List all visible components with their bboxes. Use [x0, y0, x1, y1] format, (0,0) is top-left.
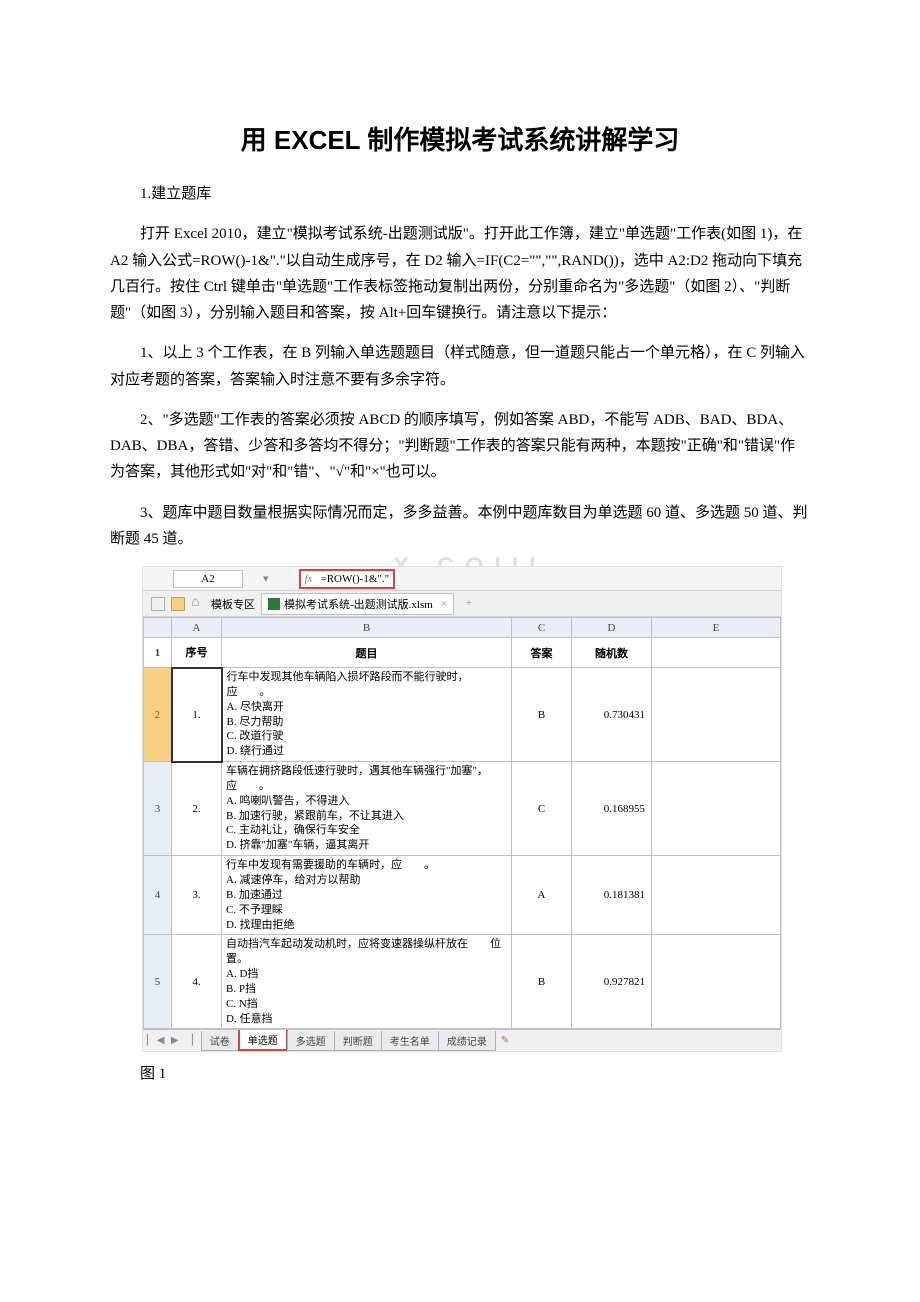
- page-title: 用 EXCEL 制作模拟考试系统讲解学习: [110, 120, 810, 157]
- workbook-tab[interactable]: 模拟考试系统-出题测试版.xlsm ×: [261, 593, 454, 615]
- row-1[interactable]: 1: [144, 638, 172, 668]
- col-D[interactable]: D: [572, 618, 652, 638]
- cell-D3[interactable]: 0.168955: [572, 762, 652, 856]
- cell-D5[interactable]: 0.927821: [572, 935, 652, 1029]
- cell-D4[interactable]: 0.181381: [572, 856, 652, 935]
- sheet-tab-list[interactable]: 考生名单: [381, 1031, 439, 1051]
- paragraph-4: 2、"多选题"工作表的答案必须按 ABCD 的顺序填写，例如答案 ABD，不能写…: [110, 407, 810, 486]
- sheet-tab-multi[interactable]: 多选题: [287, 1031, 335, 1051]
- formula-bar: A2 ▾ fx =ROW()-1&".": [143, 567, 781, 591]
- sheet-tab-score[interactable]: 成绩记录: [438, 1031, 496, 1051]
- cell-B4[interactable]: 行车中发现有需要援助的车辆时，应 。 A. 减速停车，给对方以帮助 B. 加速通…: [222, 856, 512, 935]
- cell-C2[interactable]: B: [512, 668, 572, 762]
- workbook-name: 模拟考试系统-出题测试版.xlsm: [284, 596, 433, 612]
- col-B[interactable]: B: [222, 618, 512, 638]
- cell-C4[interactable]: A: [512, 856, 572, 935]
- heading-1: 1.建立题库: [110, 181, 810, 207]
- cell-E4[interactable]: [652, 856, 781, 935]
- close-tab-icon[interactable]: ×: [441, 598, 447, 610]
- select-all-corner[interactable]: [144, 618, 172, 638]
- paragraph-3: 1、以上 3 个工作表，在 B 列输入单选题题目（样式随意，但一道题只能占一个单…: [110, 340, 810, 393]
- cell-B2[interactable]: 行车中发现其他车辆陷入损坏路段而不能行驶时，应 。 A. 尽快离开 B. 尽力帮…: [222, 668, 512, 762]
- cell-B5[interactable]: 自动挡汽车起动发动机时，应将变速器操纵杆放在 位置。 A. D挡 B. P挡 C…: [222, 935, 512, 1029]
- fx-icon[interactable]: fx: [305, 573, 313, 585]
- sheet-tab-paper[interactable]: 试卷: [201, 1031, 239, 1051]
- dropdown-icon[interactable]: ▾: [263, 572, 269, 585]
- sheet-tab-judge[interactable]: 判断题: [334, 1031, 382, 1051]
- figure-caption: 图 1: [140, 1062, 810, 1083]
- row-2[interactable]: 2: [144, 668, 172, 762]
- cell-A4[interactable]: 3.: [172, 856, 222, 935]
- cell-C5[interactable]: B: [512, 935, 572, 1029]
- header-C[interactable]: 答案: [512, 638, 572, 668]
- new-sheet-icon[interactable]: ✎: [501, 1035, 509, 1046]
- workbook-tab-bar: 模板专区 模拟考试系统-出题测试版.xlsm × +: [143, 591, 781, 617]
- cell-A2[interactable]: 1.: [172, 668, 222, 762]
- row-5[interactable]: 5: [144, 935, 172, 1029]
- col-A[interactable]: A: [172, 618, 222, 638]
- header-A[interactable]: 序号: [172, 638, 222, 668]
- row-4[interactable]: 4: [144, 856, 172, 935]
- cell-C3[interactable]: C: [512, 762, 572, 856]
- excel-file-icon: [268, 598, 280, 610]
- cell-B3[interactable]: 车辆在拥挤路段低速行驶时，遇其他车辆强行"加塞"，应 。 A. 鸣喇叭警告，不得…: [222, 762, 512, 856]
- sheet-nav-arrows[interactable]: ▏◀ ▶ ▕: [147, 1035, 195, 1046]
- paragraph-2: 打开 Excel 2010，建立"模拟考试系统-出题测试版"。打开此工作簿，建立…: [110, 221, 810, 326]
- cell-A5[interactable]: 4.: [172, 935, 222, 1029]
- paragraph-5: 3、题库中题目数量根据实际情况而定，多多益善。本例中题库数目为单选题 60 道、…: [110, 500, 810, 553]
- cell-D2[interactable]: 0.730431: [572, 668, 652, 762]
- add-tab-button[interactable]: +: [460, 595, 478, 613]
- formula-input-wrapper: fx =ROW()-1&".": [299, 569, 396, 589]
- template-zone-label[interactable]: 模板专区: [211, 596, 255, 612]
- sheet-tab-bar: ▏◀ ▶ ▕ 试卷 单选题 多选题 判断题 考生名单 成绩记录 ✎: [143, 1029, 781, 1051]
- cell-A3[interactable]: 2.: [172, 762, 222, 856]
- header-D[interactable]: 随机数: [572, 638, 652, 668]
- new-doc-icon[interactable]: [151, 597, 165, 611]
- formula-text[interactable]: =ROW()-1&".": [320, 573, 389, 585]
- spreadsheet-grid: A B C D E 1 序号 题目 答案 随机数 2 1. 行车中发现其他车辆陷…: [143, 617, 781, 1029]
- row-3[interactable]: 3: [144, 762, 172, 856]
- name-box[interactable]: A2: [173, 570, 243, 588]
- header-B[interactable]: 题目: [222, 638, 512, 668]
- cell-E5[interactable]: [652, 935, 781, 1029]
- home-icon[interactable]: [191, 597, 205, 611]
- header-E[interactable]: [652, 638, 781, 668]
- cell-E3[interactable]: [652, 762, 781, 856]
- cell-E2[interactable]: [652, 668, 781, 762]
- col-E[interactable]: E: [652, 618, 781, 638]
- col-C[interactable]: C: [512, 618, 572, 638]
- sheet-tab-single[interactable]: 单选题: [238, 1030, 288, 1051]
- folder-icon[interactable]: [171, 597, 185, 611]
- excel-screenshot: X . C O I I I A2 ▾ fx =ROW()-1&"." 模板专区 …: [142, 566, 782, 1052]
